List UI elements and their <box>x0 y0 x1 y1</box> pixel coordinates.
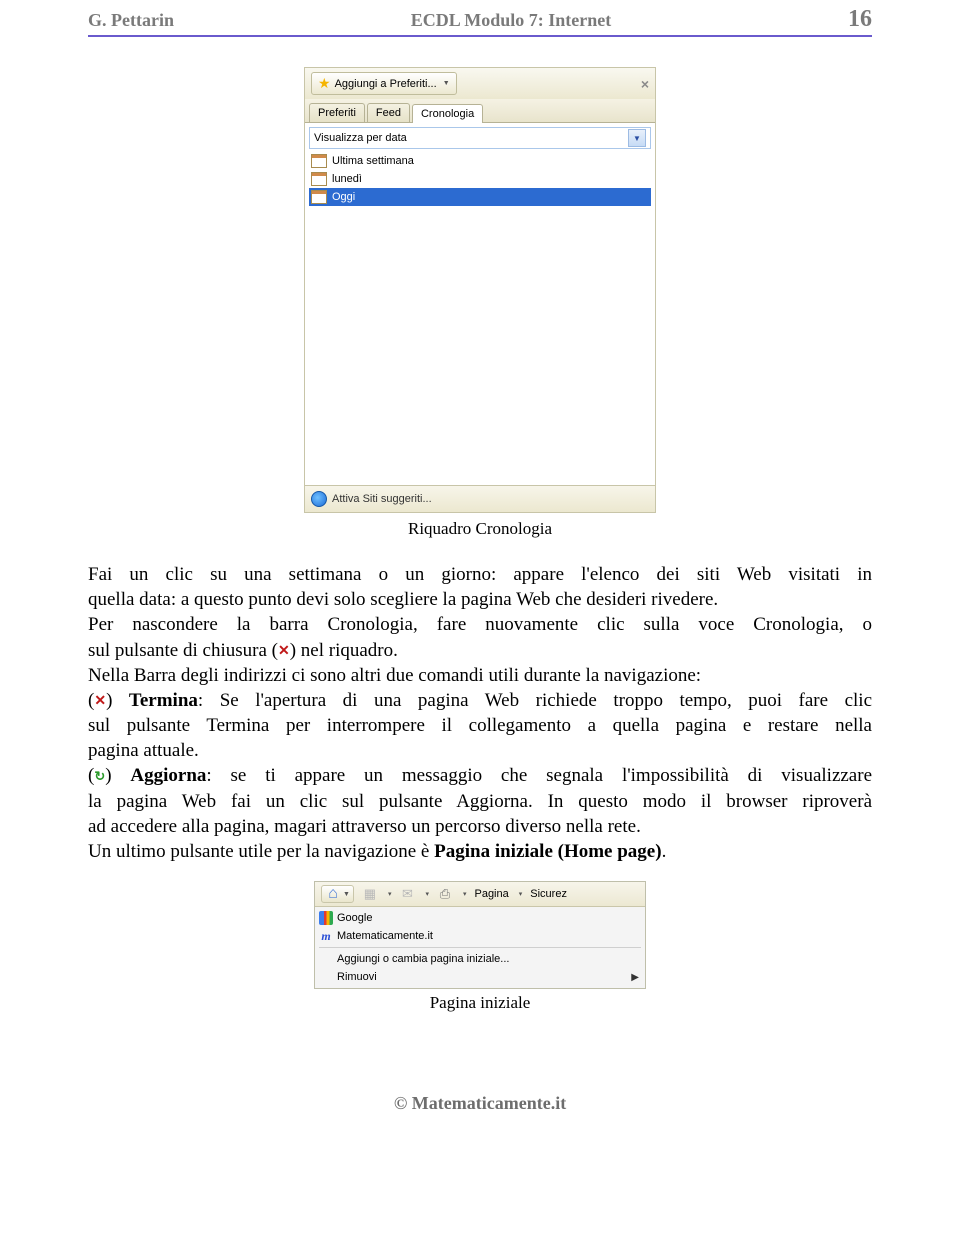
chevron-down-icon: ▼ <box>443 80 450 87</box>
menu-item-add-change[interactable]: Aggiungi o cambia pagina iniziale... <box>315 950 645 968</box>
chevron-down-icon: ▾ <box>519 890 523 898</box>
figure-caption-2: Pagina iniziale <box>88 993 872 1013</box>
history-label: Oggi <box>332 191 355 203</box>
body-line: Nella Barra degli indirizzi ci sono altr… <box>88 665 701 686</box>
tab-feed[interactable]: Feed <box>367 103 410 122</box>
body-line: quella data: a questo punto devi solo sc… <box>88 589 718 610</box>
body-line: Per nascondere la barra Cronologia, fare… <box>88 614 872 635</box>
menu-label: Rimuovi <box>337 971 377 983</box>
chevron-down-icon: ▼ <box>628 129 646 147</box>
chevron-down-icon: ▾ <box>388 890 392 898</box>
body-line: la pagina Web fai un clic sul pulsante A… <box>88 791 872 812</box>
history-item-monday[interactable]: lunedì <box>309 170 651 188</box>
chevron-right-icon: ▶ <box>631 972 639 983</box>
add-favorites-label: Aggiungi a Preferiti... <box>335 78 437 90</box>
google-icon <box>319 911 333 925</box>
dropdown-label: Visualizza per data <box>314 132 407 144</box>
menu-item-remove[interactable]: Rimuovi ▶ <box>315 968 645 986</box>
body-line: ) nel riquadro. <box>290 640 398 661</box>
page-header: G. Pettarin ECDL Modulo 7: Internet 16 <box>88 6 872 33</box>
bold-term: Pagina iniziale (Home page) <box>434 841 661 862</box>
view-by-dropdown[interactable]: Visualizza per data ▼ <box>309 127 651 149</box>
header-author: G. Pettarin <box>88 10 174 31</box>
body-line: pagina attuale. <box>88 740 199 761</box>
close-icon[interactable]: × <box>641 76 649 92</box>
panel-tabs: Preferiti Feed Cronologia <box>305 99 655 122</box>
header-title: ECDL Modulo 7: Internet <box>174 10 848 31</box>
figure-caption-1: Riquadro Cronologia <box>88 519 872 539</box>
body-line: . <box>662 841 667 862</box>
panel-body <box>305 210 655 485</box>
menu-label: Matematicamente.it <box>337 930 433 942</box>
calendar-icon <box>311 154 327 168</box>
chevron-down-icon: ▾ <box>463 890 467 898</box>
menu-label: Google <box>337 912 372 924</box>
body-line: ) <box>105 765 130 786</box>
panel-footer[interactable]: Attiva Siti suggeriti... <box>305 485 655 512</box>
footer-label: Attiva Siti suggeriti... <box>332 493 432 505</box>
home-menu-panel: ▼ ▾ ▾ ▾ Pagina ▾ Sicurez Google m <box>314 881 646 989</box>
history-panel: ★ Aggiungi a Preferiti... ▼ × Preferiti … <box>304 67 656 513</box>
body-line: Fai un clic su una settimana o un giorno… <box>88 564 872 585</box>
chevron-down-icon: ▼ <box>343 891 350 898</box>
site-icon: m <box>319 929 333 943</box>
menu-label: Aggiungi o cambia pagina iniziale... <box>337 953 509 965</box>
body-line: ) <box>106 690 129 711</box>
body-line: Un ultimo pulsante utile per la navigazi… <box>88 841 434 862</box>
toolbar-label-security[interactable]: Sicurez <box>530 888 567 900</box>
panel-toolbar: ★ Aggiungi a Preferiti... ▼ × <box>305 68 655 99</box>
bold-term: Termina <box>129 690 198 711</box>
add-favorites-button[interactable]: ★ Aggiungi a Preferiti... ▼ <box>311 72 457 95</box>
ie-icon <box>311 491 327 507</box>
history-item-week[interactable]: Ultima settimana <box>309 152 651 170</box>
calendar-icon <box>311 190 327 204</box>
print-icon[interactable] <box>437 886 453 902</box>
body-line: sul pulsante Termina per interrompere il… <box>88 715 872 736</box>
history-item-today[interactable]: Oggi <box>309 188 651 206</box>
refresh-icon: ↻ <box>94 769 105 784</box>
home-icon <box>325 886 341 902</box>
body-text: Fai un clic su una settimana o un giorno… <box>88 563 872 863</box>
calendar-icon <box>311 172 327 186</box>
tab-body: Visualizza per data ▼ Ultima settimana l… <box>305 122 655 210</box>
toolbar-label-page[interactable]: Pagina <box>474 888 508 900</box>
body-line: : Se l'apertura di una pagina Web richie… <box>198 690 872 711</box>
bold-term: Aggiorna <box>130 765 206 786</box>
close-x-icon: ✕ <box>278 644 290 659</box>
body-line: sul pulsante di chiusura ( <box>88 640 278 661</box>
menu-item-matematicamente[interactable]: m Matematicamente.it <box>315 927 645 945</box>
header-rule-2 <box>88 36 872 37</box>
home-dropdown: Google m Matematicamente.it Aggiungi o c… <box>315 907 645 988</box>
history-label: lunedì <box>332 173 362 185</box>
star-icon: ★ <box>318 75 331 92</box>
body-line: : se ti appare un messaggio che segnala … <box>206 765 872 786</box>
toolbar: ▼ ▾ ▾ ▾ Pagina ▾ Sicurez <box>315 882 645 907</box>
history-list: Ultima settimana lunedì Oggi <box>309 152 651 206</box>
home-button[interactable]: ▼ <box>321 885 354 903</box>
menu-item-google[interactable]: Google <box>315 909 645 927</box>
page-footer: © Matematicamente.it <box>88 1093 872 1114</box>
body-line: ad accedere alla pagina, magari attraver… <box>88 816 641 837</box>
history-label: Ultima settimana <box>332 155 414 167</box>
separator <box>319 947 641 948</box>
tab-preferiti[interactable]: Preferiti <box>309 103 365 122</box>
feed-icon[interactable] <box>362 886 378 902</box>
chevron-down-icon: ▾ <box>425 890 429 898</box>
mail-icon[interactable] <box>399 886 415 902</box>
stop-icon: ✕ <box>94 694 106 709</box>
tab-cronologia[interactable]: Cronologia <box>412 104 483 123</box>
header-page: 16 <box>848 6 872 33</box>
